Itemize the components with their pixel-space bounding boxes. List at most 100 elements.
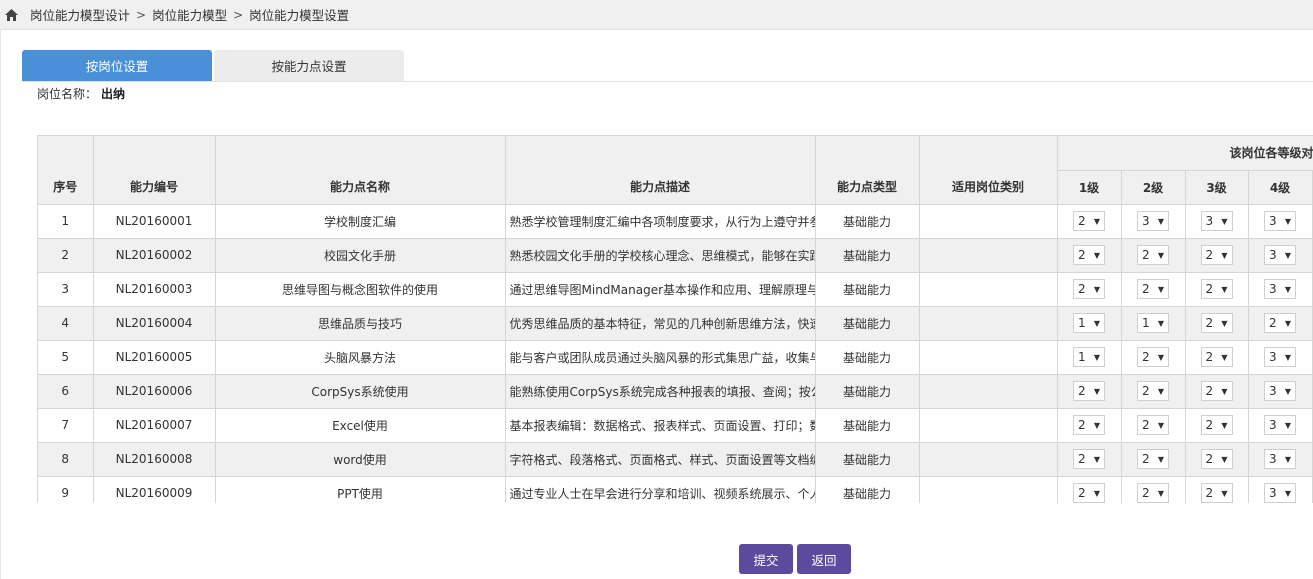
level-4-select[interactable]: 3 ▼ (1264, 347, 1296, 367)
level-4-select[interactable]: 3 ▼ (1264, 483, 1296, 503)
level-3-select[interactable]: 2 ▼ (1200, 449, 1233, 469)
tab-divider (22, 81, 1313, 82)
caret-down-icon: ▼ (1221, 386, 1228, 396)
cell-level-4: 3 ▼ (1248, 272, 1313, 307)
level-select-value: 2 (1205, 452, 1214, 466)
level-1-select[interactable]: 1 ▼ (1073, 313, 1105, 333)
ability-table-container[interactable]: 序号 能力编号 能力点名称 能力点描述 能力点类型 适用岗位类别 该岗位各等级对… (37, 135, 1313, 503)
level-4-select[interactable]: 3 ▼ (1264, 449, 1296, 469)
cell-level-3: 2 ▼ (1185, 374, 1249, 409)
cell-level-1: 1 ▼ (1057, 340, 1122, 375)
header-desc: 能力点描述 (505, 136, 816, 205)
level-2-select[interactable]: 2 ▼ (1137, 415, 1169, 435)
level-1-select[interactable]: 2 ▼ (1073, 381, 1105, 401)
cell-code: NL20160005 (93, 340, 216, 375)
level-1-select[interactable]: 2 ▼ (1073, 483, 1105, 503)
level-select-value: 2 (1078, 418, 1086, 432)
table-row: 8 NL20160008 word使用 字符格式、段落格式、页面格式、样式、页面设置等… (38, 442, 1313, 477)
cell-type: 基础能力 (815, 340, 920, 375)
level-4-select[interactable]: 3 ▼ (1264, 245, 1296, 265)
level-1-select[interactable]: 1 ▼ (1073, 347, 1105, 367)
cell-desc: 通过专业人士在早会进行分享和培训、视频系统展示、个人 (505, 476, 816, 503)
level-2-select[interactable]: 3 ▼ (1137, 211, 1169, 231)
home-icon[interactable] (4, 8, 18, 21)
level-1-select[interactable]: 2 ▼ (1073, 449, 1105, 469)
cell-seq: 6 (38, 374, 94, 409)
level-select-value: 2 (1205, 282, 1214, 296)
cell-type: 基础能力 (815, 476, 920, 503)
level-4-select[interactable]: 3 ▼ (1264, 211, 1296, 231)
level-3-select[interactable]: 2 ▼ (1200, 245, 1233, 265)
back-button[interactable]: 返回 (797, 544, 851, 574)
cell-category (919, 238, 1058, 273)
level-select-value: 2 (1205, 418, 1214, 432)
cell-level-2: 2 ▼ (1121, 476, 1186, 503)
level-2-select[interactable]: 2 ▼ (1137, 381, 1169, 401)
level-select-value: 3 (1269, 248, 1277, 262)
level-1-select[interactable]: 2 ▼ (1073, 245, 1105, 265)
cell-seq: 3 (38, 272, 94, 307)
breadcrumb: 岗位能力模型设计 > 岗位能力模型 > 岗位能力模型设置 (0, 0, 1313, 30)
cell-level-2: 2 ▼ (1121, 238, 1186, 273)
caret-down-icon: ▼ (1284, 454, 1291, 464)
caret-down-icon: ▼ (1157, 216, 1164, 226)
tab-bar: 按岗位设置 按能力点设置 (22, 50, 404, 81)
level-3-select[interactable]: 2 ▼ (1200, 347, 1233, 367)
level-2-select[interactable]: 1 ▼ (1137, 313, 1169, 333)
caret-down-icon: ▼ (1093, 454, 1100, 464)
caret-down-icon: ▼ (1093, 488, 1100, 498)
level-1-select[interactable]: 2 ▼ (1073, 415, 1105, 435)
level-3-select[interactable]: 2 ▼ (1200, 381, 1233, 401)
level-4-select[interactable]: 3 ▼ (1264, 279, 1296, 299)
level-select-value: 1 (1142, 316, 1150, 330)
cell-type: 基础能力 (815, 374, 920, 409)
level-select-value: 3 (1269, 384, 1277, 398)
table-row: 3 NL20160003 思维导图与概念图软件的使用 通过思维导图MindManage… (38, 272, 1313, 307)
cell-code: NL20160002 (93, 238, 216, 273)
level-1-select[interactable]: 2 ▼ (1073, 279, 1105, 299)
breadcrumb-item[interactable]: 岗位能力模型 (152, 5, 227, 24)
caret-down-icon: ▼ (1093, 318, 1100, 328)
level-select-value: 2 (1269, 316, 1277, 330)
breadcrumb-item[interactable]: 岗位能力模型设计 (30, 5, 130, 24)
cell-seq: 2 (38, 238, 94, 273)
level-4-select[interactable]: 2 ▼ (1264, 313, 1296, 333)
level-select-value: 2 (1205, 384, 1214, 398)
caret-down-icon: ▼ (1284, 250, 1291, 260)
caret-down-icon: ▼ (1093, 216, 1100, 226)
cell-level-1: 2 ▼ (1057, 476, 1122, 503)
level-select-value: 2 (1078, 384, 1086, 398)
level-select-value: 2 (1142, 486, 1150, 500)
level-2-select[interactable]: 2 ▼ (1137, 449, 1169, 469)
level-2-select[interactable]: 2 ▼ (1137, 483, 1169, 503)
level-2-select[interactable]: 2 ▼ (1137, 347, 1169, 367)
level-1-select[interactable]: 2 ▼ (1073, 211, 1105, 231)
level-2-select[interactable]: 2 ▼ (1137, 245, 1169, 265)
cell-category (919, 204, 1058, 239)
level-4-select[interactable]: 3 ▼ (1264, 415, 1296, 435)
level-select-value: 3 (1269, 282, 1277, 296)
level-select-value: 3 (1269, 214, 1277, 228)
level-3-select[interactable]: 2 ▼ (1200, 313, 1233, 333)
post-name-label: 岗位名称： (37, 87, 98, 101)
tab-by-post[interactable]: 按岗位设置 (22, 50, 212, 81)
tab-by-ability[interactable]: 按能力点设置 (214, 50, 404, 81)
level-3-select[interactable]: 2 ▼ (1200, 279, 1233, 299)
submit-button[interactable]: 提交 (739, 544, 793, 574)
cell-desc: 熟悉学校管理制度汇编中各项制度要求，从行为上遵守并参 (505, 204, 816, 239)
level-select-value: 2 (1205, 248, 1214, 262)
level-select-value: 1 (1078, 350, 1086, 364)
level-3-select[interactable]: 2 ▼ (1200, 415, 1233, 435)
level-2-select[interactable]: 2 ▼ (1137, 279, 1169, 299)
caret-down-icon: ▼ (1157, 284, 1164, 294)
cell-level-2: 2 ▼ (1121, 408, 1186, 443)
caret-down-icon: ▼ (1221, 250, 1228, 260)
level-3-select[interactable]: 2 ▼ (1200, 483, 1233, 503)
cell-seq: 1 (38, 204, 94, 239)
caret-down-icon: ▼ (1157, 318, 1164, 328)
level-select-value: 2 (1142, 452, 1150, 466)
level-3-select[interactable]: 3 ▼ (1200, 211, 1233, 231)
cell-type: 基础能力 (815, 442, 920, 477)
level-4-select[interactable]: 3 ▼ (1264, 381, 1296, 401)
cell-name: Excel使用 (215, 408, 506, 443)
